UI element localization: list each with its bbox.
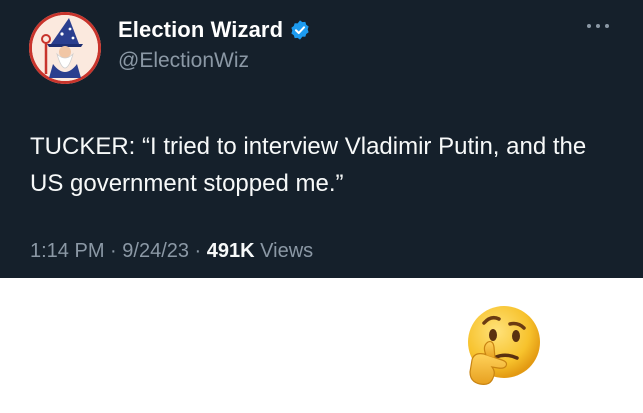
tweet-text: TUCKER: “I tried to interview Vladimir P… bbox=[30, 133, 587, 197]
verified-badge-icon bbox=[289, 19, 311, 41]
thinking-face-emoji bbox=[462, 302, 546, 390]
tweet-time[interactable]: 1:14 PM bbox=[30, 240, 104, 263]
tweet-card: Election Wizard @ElectionWiz TUCKER: “I … bbox=[0, 0, 643, 278]
more-options-icon[interactable] bbox=[585, 14, 611, 36]
meta-separator: · bbox=[189, 240, 207, 262]
author-display-name[interactable]: Election Wizard bbox=[118, 17, 283, 43]
wizard-avatar-icon bbox=[32, 15, 98, 81]
views-label: Views bbox=[254, 240, 314, 262]
tweet-date[interactable]: 9/24/23 bbox=[122, 240, 189, 263]
author-handle[interactable]: @ElectionWiz bbox=[118, 49, 249, 73]
author-name-row: Election Wizard bbox=[118, 17, 311, 43]
meta-separator: · bbox=[104, 240, 123, 262]
profile-avatar[interactable] bbox=[29, 12, 101, 84]
views-count: 491K bbox=[206, 240, 255, 262]
tweet-meta: 1:14 PM · 9/24/23 · 491K Views bbox=[30, 240, 313, 263]
